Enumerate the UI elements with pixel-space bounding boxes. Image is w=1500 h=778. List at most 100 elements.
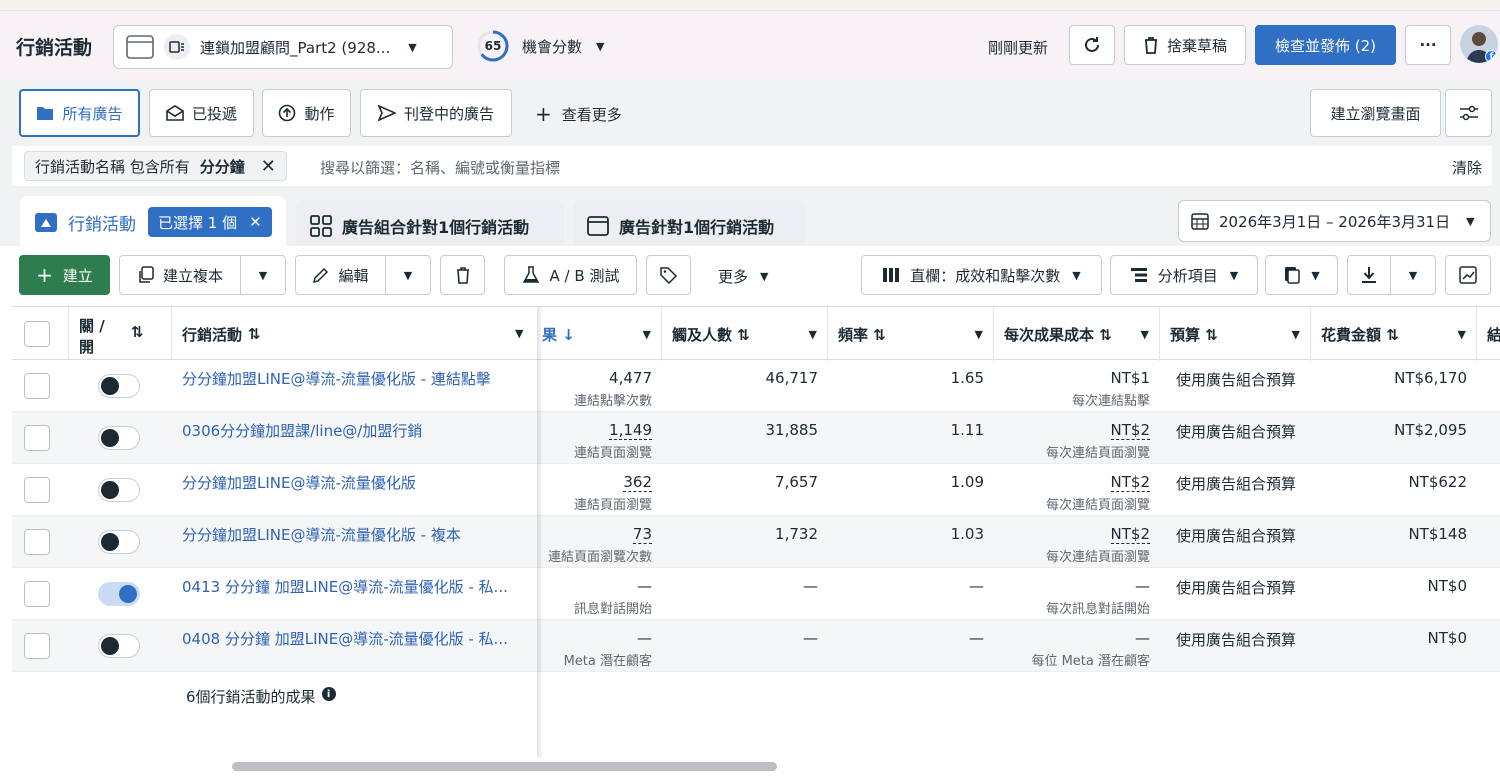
delivered-label: 已投遞 [191,104,237,123]
view-settings-button[interactable] [1445,89,1492,137]
more-options-button[interactable]: ··· [1405,25,1451,65]
more-button[interactable]: 更多 ▼ [718,266,768,287]
tab-adsets[interactable]: 廣告組合針對1個行銷活動 [296,200,564,252]
grid-icon [310,215,332,237]
campaign-toggle[interactable] [98,582,140,606]
campaign-toggle[interactable] [98,530,140,554]
table-row-frozen[interactable]: 分分鐘加盟LINE@導流-流量優化版 - 連結點擊 [12,360,537,412]
results-subtext: 連結頁面瀏覽 [573,446,652,461]
table-row-frozen[interactable]: 0408 分分鐘 加盟LINE@導流-流量優化版 - 私... [12,620,537,672]
actions-button[interactable]: 動作 [262,89,351,137]
see-more-button[interactable]: + 查看更多 [535,102,622,126]
spend-cell: NT$148 [1408,525,1467,543]
results-value: 4,477 [609,369,652,387]
info-icon[interactable]: i [321,687,336,701]
edit-dropdown[interactable]: ▼ [385,255,431,295]
table-row-frozen[interactable]: 0413 分分鐘 加盟LINE@導流-流量優化版 - 私... [12,568,537,620]
select-all-checkbox[interactable] [24,321,50,347]
row-checkbox[interactable] [24,633,50,659]
active-ads-button[interactable]: 刊登中的廣告 [360,89,512,137]
selected-badge[interactable]: 已選擇 1 個 ✕ [148,207,272,237]
chevron-down-icon[interactable]: ▼ [515,327,523,340]
tab-ads[interactable]: 廣告針對1個行銷活動 [573,200,805,252]
column-spend[interactable]: 花費金額 ⇅ ▼ [1311,307,1477,361]
campaigns-table: 果 ↓ ▼ 觸及人數 ⇅ ▼ 頻率 ⇅ ▼ 每次成果成本 ⇅ ▼ 預算 ⇅ ▼ 花費金額 … [12,306,1500,758]
create-view-button[interactable]: 建立瀏覽畫面 [1310,89,1441,137]
table-row-frozen[interactable]: 0306分分鐘加盟課/line@/加盟行銷 [12,412,537,464]
sort-icon: ⇅ [131,323,144,341]
filter-bar: 行銷活動名稱 包含所有 分分鐘 ✕ 搜尋以篩選：名稱、編號或衡量指標 清除 [12,146,1492,186]
account-selector[interactable]: 連鎖加盟顧問_Part2 (928... ▼ [113,25,453,69]
cost-per-result-value: NT$2 [1110,421,1150,440]
sort-icon: ⇅ [1205,325,1218,344]
delete-button[interactable] [440,255,485,295]
opportunity-score[interactable]: 65 機會分數 ▼ [476,29,604,63]
reach-cell: — [803,629,818,647]
reports-button[interactable]: ▼ [1265,255,1338,295]
avatar[interactable]: f [1460,25,1498,63]
edit-button[interactable]: 編輯 [295,255,386,295]
all-ads-button[interactable]: 所有廣告 [19,89,140,137]
column-cost-per-result-label: 每次成果成本 [1004,325,1095,344]
column-onoff[interactable]: 關 / 開 ⇅ [68,307,172,361]
sort-icon: ⇅ [1386,325,1399,344]
window-top-strip [0,0,1500,11]
chevron-down-icon: ▼ [1466,214,1475,228]
row-checkbox[interactable] [24,425,50,451]
discard-draft-button[interactable]: 捨棄草稿 [1124,25,1246,65]
chevron-down-icon: ▼ [403,268,413,282]
delivered-button[interactable]: 已投遞 [149,89,254,137]
campaign-toggle[interactable] [98,374,140,398]
duplicate-button[interactable]: 建立複本 [119,255,241,295]
campaign-toggle[interactable] [98,634,140,658]
filter-chip[interactable]: 行銷活動名稱 包含所有 分分鐘 ✕ [24,151,287,181]
column-cost-per-result[interactable]: 每次成果成本 ⇅ ▼ [994,307,1160,361]
cost-per-result-cell: — 每位 Meta 潛在顧客 [994,620,1150,672]
pencil-icon [312,266,330,284]
cost-per-result-cell: NT$1 每次連結點擊 [994,360,1150,412]
row-checkbox[interactable] [24,477,50,503]
column-campaign[interactable]: 行銷活動 ⇅ [182,307,261,361]
chevron-down-icon: ▼ [974,327,983,341]
campaign-toggle[interactable] [98,426,140,450]
close-icon[interactable]: ✕ [249,213,262,231]
close-icon[interactable]: ✕ [261,156,276,177]
horizontal-scrollbar[interactable] [232,762,777,771]
column-budget[interactable]: 預算 ⇅ ▼ [1160,307,1311,361]
download-icon [1361,266,1377,284]
clear-filter-button[interactable]: 清除 [1452,157,1482,178]
column-reach[interactable]: 觸及人數 ⇅ ▼ [662,307,828,361]
refresh-button[interactable] [1069,25,1115,65]
columns-label: 直欄：成效和點擊次數 [910,266,1061,285]
tab-campaigns[interactable]: 行銷活動 已選擇 1 個 ✕ [20,196,286,248]
column-frequency[interactable]: 頻率 ⇅ ▼ [828,307,994,361]
results-cell: 362 連結頁面瀏覽 [532,464,652,516]
column-budget-label: 預算 [1170,325,1201,344]
account-name: 連鎖加盟顧問_Part2 (928... [200,38,391,57]
duplicate-dropdown[interactable]: ▼ [240,255,286,295]
campaign-toggle[interactable] [98,478,140,502]
table-row-frozen[interactable]: 分分鐘加盟LINE@導流-流量優化版 - 複本 [12,516,537,568]
results-value: 1,149 [609,421,652,440]
more-label: 更多 [718,268,749,286]
row-checkbox[interactable] [24,373,50,399]
row-checkbox[interactable] [24,529,50,555]
column-results[interactable]: 果 ↓ ▼ [532,307,662,361]
tag-button[interactable] [646,255,691,295]
ab-test-button[interactable]: A / B 測試 [504,255,637,295]
export-button[interactable] [1347,255,1391,295]
export-dropdown[interactable]: ▼ [1390,255,1436,295]
cost-per-result-value: — [1135,577,1150,595]
breakdown-button[interactable]: 分析項目 ▼ [1110,255,1258,295]
columns-button[interactable]: 直欄：成效和點擊次數 ▼ [861,255,1102,295]
column-campaign-label: 行銷活動 [182,325,243,344]
results-cell: 1,149 連結頁面瀏覽 [532,412,652,464]
column-end[interactable]: 結 [1477,307,1500,361]
review-publish-button[interactable]: 檢查並發佈 (2) [1255,25,1396,65]
search-input[interactable]: 搜尋以篩選：名稱、編號或衡量指標 [320,157,560,178]
table-row-frozen[interactable]: 分分鐘加盟LINE@導流-流量優化版 [12,464,537,516]
charts-button[interactable] [1445,255,1491,295]
row-checkbox[interactable] [24,581,50,607]
create-button[interactable]: + 建立 [19,255,110,295]
date-range-picker[interactable]: 2026年3月1日 – 2026年3月31日 ▼ [1178,200,1491,242]
